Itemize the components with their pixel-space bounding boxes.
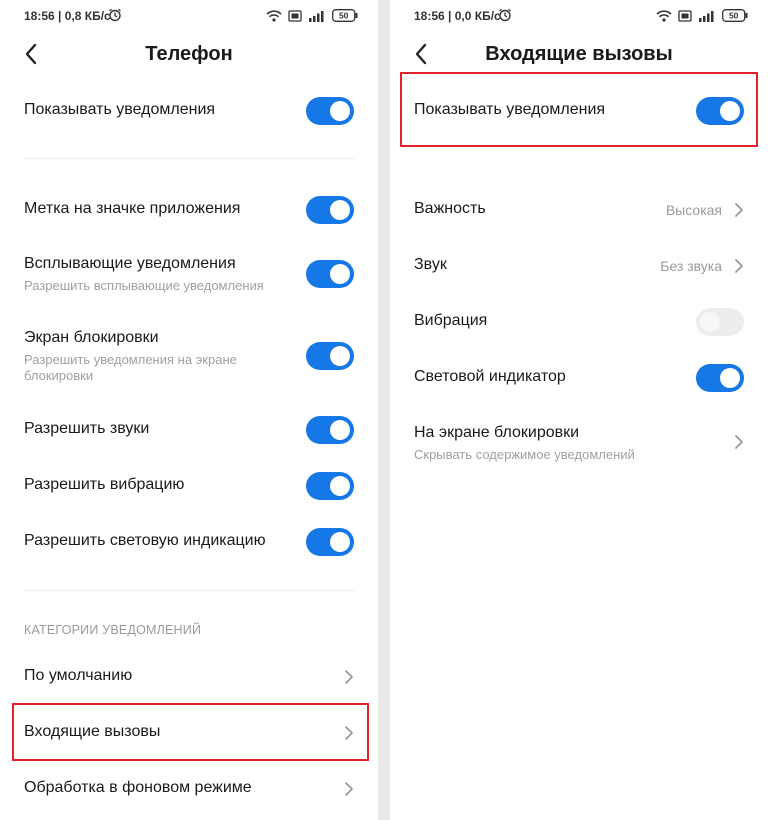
sound-row[interactable]: Звук Без звука xyxy=(414,251,744,281)
row-label: Обработка в фоновом режиме xyxy=(24,779,252,796)
lockscreen-row[interactable]: На экране блокировки Скрывать содержимое… xyxy=(414,424,744,464)
status-bar: 18:56 | 0,8 КБ/с 50 xyxy=(0,0,378,32)
chevron-right-icon xyxy=(345,726,353,740)
status-bar: 18:56 | 0,0 КБ/с 50 xyxy=(390,0,768,32)
chevron-right-icon xyxy=(735,203,743,217)
category-background-row[interactable]: Обработка в фоновом режиме xyxy=(24,774,354,804)
row-sublabel: Разрешить всплывающие уведомления xyxy=(24,278,264,293)
svg-text:50: 50 xyxy=(339,11,349,21)
row-label: Вибрация xyxy=(414,312,488,329)
row-label: Разрешить вибрацию xyxy=(24,476,185,493)
importance-value: Высокая xyxy=(665,202,722,218)
signal-icon xyxy=(699,10,714,22)
chevron-right-icon xyxy=(735,259,743,273)
battery-icon: 50 xyxy=(722,9,748,22)
status-time: 18:56 | 0,0 КБ/с xyxy=(414,9,501,23)
row-label: Световой индикатор xyxy=(414,368,566,385)
vibration-toggle[interactable] xyxy=(696,308,744,336)
vibration-row[interactable]: Вибрация xyxy=(414,307,744,337)
row-label: Экран блокировки xyxy=(24,329,159,346)
row-sublabel: Скрывать содержимое уведомлений xyxy=(414,447,635,462)
lockscreen-toggle[interactable] xyxy=(306,342,354,370)
divider xyxy=(24,590,354,591)
allow-sounds-row[interactable]: Разрешить звуки xyxy=(24,415,354,445)
row-label: Показывать уведомления xyxy=(24,101,216,118)
allow-sounds-toggle[interactable] xyxy=(306,416,354,444)
wifi-icon xyxy=(656,9,672,22)
battery-icon: 50 xyxy=(332,9,358,22)
row-sublabel: блокировки xyxy=(24,368,94,383)
sim-icon xyxy=(288,9,302,22)
show-notifications-toggle[interactable] xyxy=(696,97,744,125)
lockscreen-row[interactable]: Экран блокировки Разрешить уведомления н… xyxy=(24,329,354,385)
wifi-icon xyxy=(266,9,282,22)
allow-led-row[interactable]: Разрешить световую индикацию xyxy=(24,527,354,557)
incoming-calls-screen: 18:56 | 0,0 КБ/с 50 Входящие вызовы Пока… xyxy=(390,0,768,820)
app-badge-toggle[interactable] xyxy=(306,196,354,224)
page-title: Входящие вызовы xyxy=(485,43,673,65)
led-row[interactable]: Световой индикатор xyxy=(414,363,744,393)
allow-led-toggle[interactable] xyxy=(306,528,354,556)
signal-icon xyxy=(309,10,324,22)
show-notifications-row[interactable]: Показывать уведомления xyxy=(414,96,744,126)
status-time: 18:56 | 0,8 КБ/с xyxy=(24,9,111,23)
app-badge-row[interactable]: Метка на значке приложения xyxy=(24,195,354,225)
row-sublabel: Разрешить уведомления на экране xyxy=(24,352,237,367)
category-default-row[interactable]: По умолчанию xyxy=(24,662,354,692)
section-header: КАТЕГОРИИ УВЕДОМЛЕНИЙ xyxy=(24,623,202,637)
popup-notifications-row[interactable]: Всплывающие уведомления Разрешить всплыв… xyxy=(24,255,354,295)
row-label: На экране блокировки xyxy=(414,424,580,441)
show-notifications-toggle[interactable] xyxy=(306,97,354,125)
svg-text:50: 50 xyxy=(729,11,739,21)
title-bar: Телефон xyxy=(0,32,378,80)
sim-icon xyxy=(678,9,692,22)
chevron-right-icon xyxy=(345,670,353,684)
alarm-icon xyxy=(499,8,511,22)
title-bar: Входящие вызовы xyxy=(390,32,768,80)
page-title: Телефон xyxy=(145,43,233,65)
row-label: Разрешить звуки xyxy=(24,420,150,437)
importance-row[interactable]: Важность Высокая xyxy=(414,195,744,225)
allow-vibration-row[interactable]: Разрешить вибрацию xyxy=(24,471,354,501)
popup-notifications-toggle[interactable] xyxy=(306,260,354,288)
row-label: Звук xyxy=(414,256,447,273)
chevron-right-icon xyxy=(345,782,353,796)
led-toggle[interactable] xyxy=(696,364,744,392)
divider xyxy=(24,158,354,159)
row-label: Показывать уведомления xyxy=(414,101,606,118)
alarm-icon xyxy=(109,8,121,22)
row-label: Разрешить световую индикацию xyxy=(24,532,266,549)
row-label: Метка на значке приложения xyxy=(24,200,241,217)
category-incoming-calls-row[interactable]: Входящие вызовы xyxy=(24,718,354,748)
show-notifications-row[interactable]: Показывать уведомления xyxy=(24,96,354,126)
row-label: Важность xyxy=(414,200,486,217)
chevron-right-icon xyxy=(735,435,743,449)
allow-vibration-toggle[interactable] xyxy=(306,472,354,500)
row-label: Всплывающие уведомления xyxy=(24,255,236,272)
row-label: Входящие вызовы xyxy=(24,723,161,740)
phone-settings-screen: 18:56 | 0,8 КБ/с 50 Телефон Показывать у… xyxy=(0,0,378,820)
sound-value: Без звука xyxy=(660,258,722,274)
row-label: По умолчанию xyxy=(24,667,133,684)
